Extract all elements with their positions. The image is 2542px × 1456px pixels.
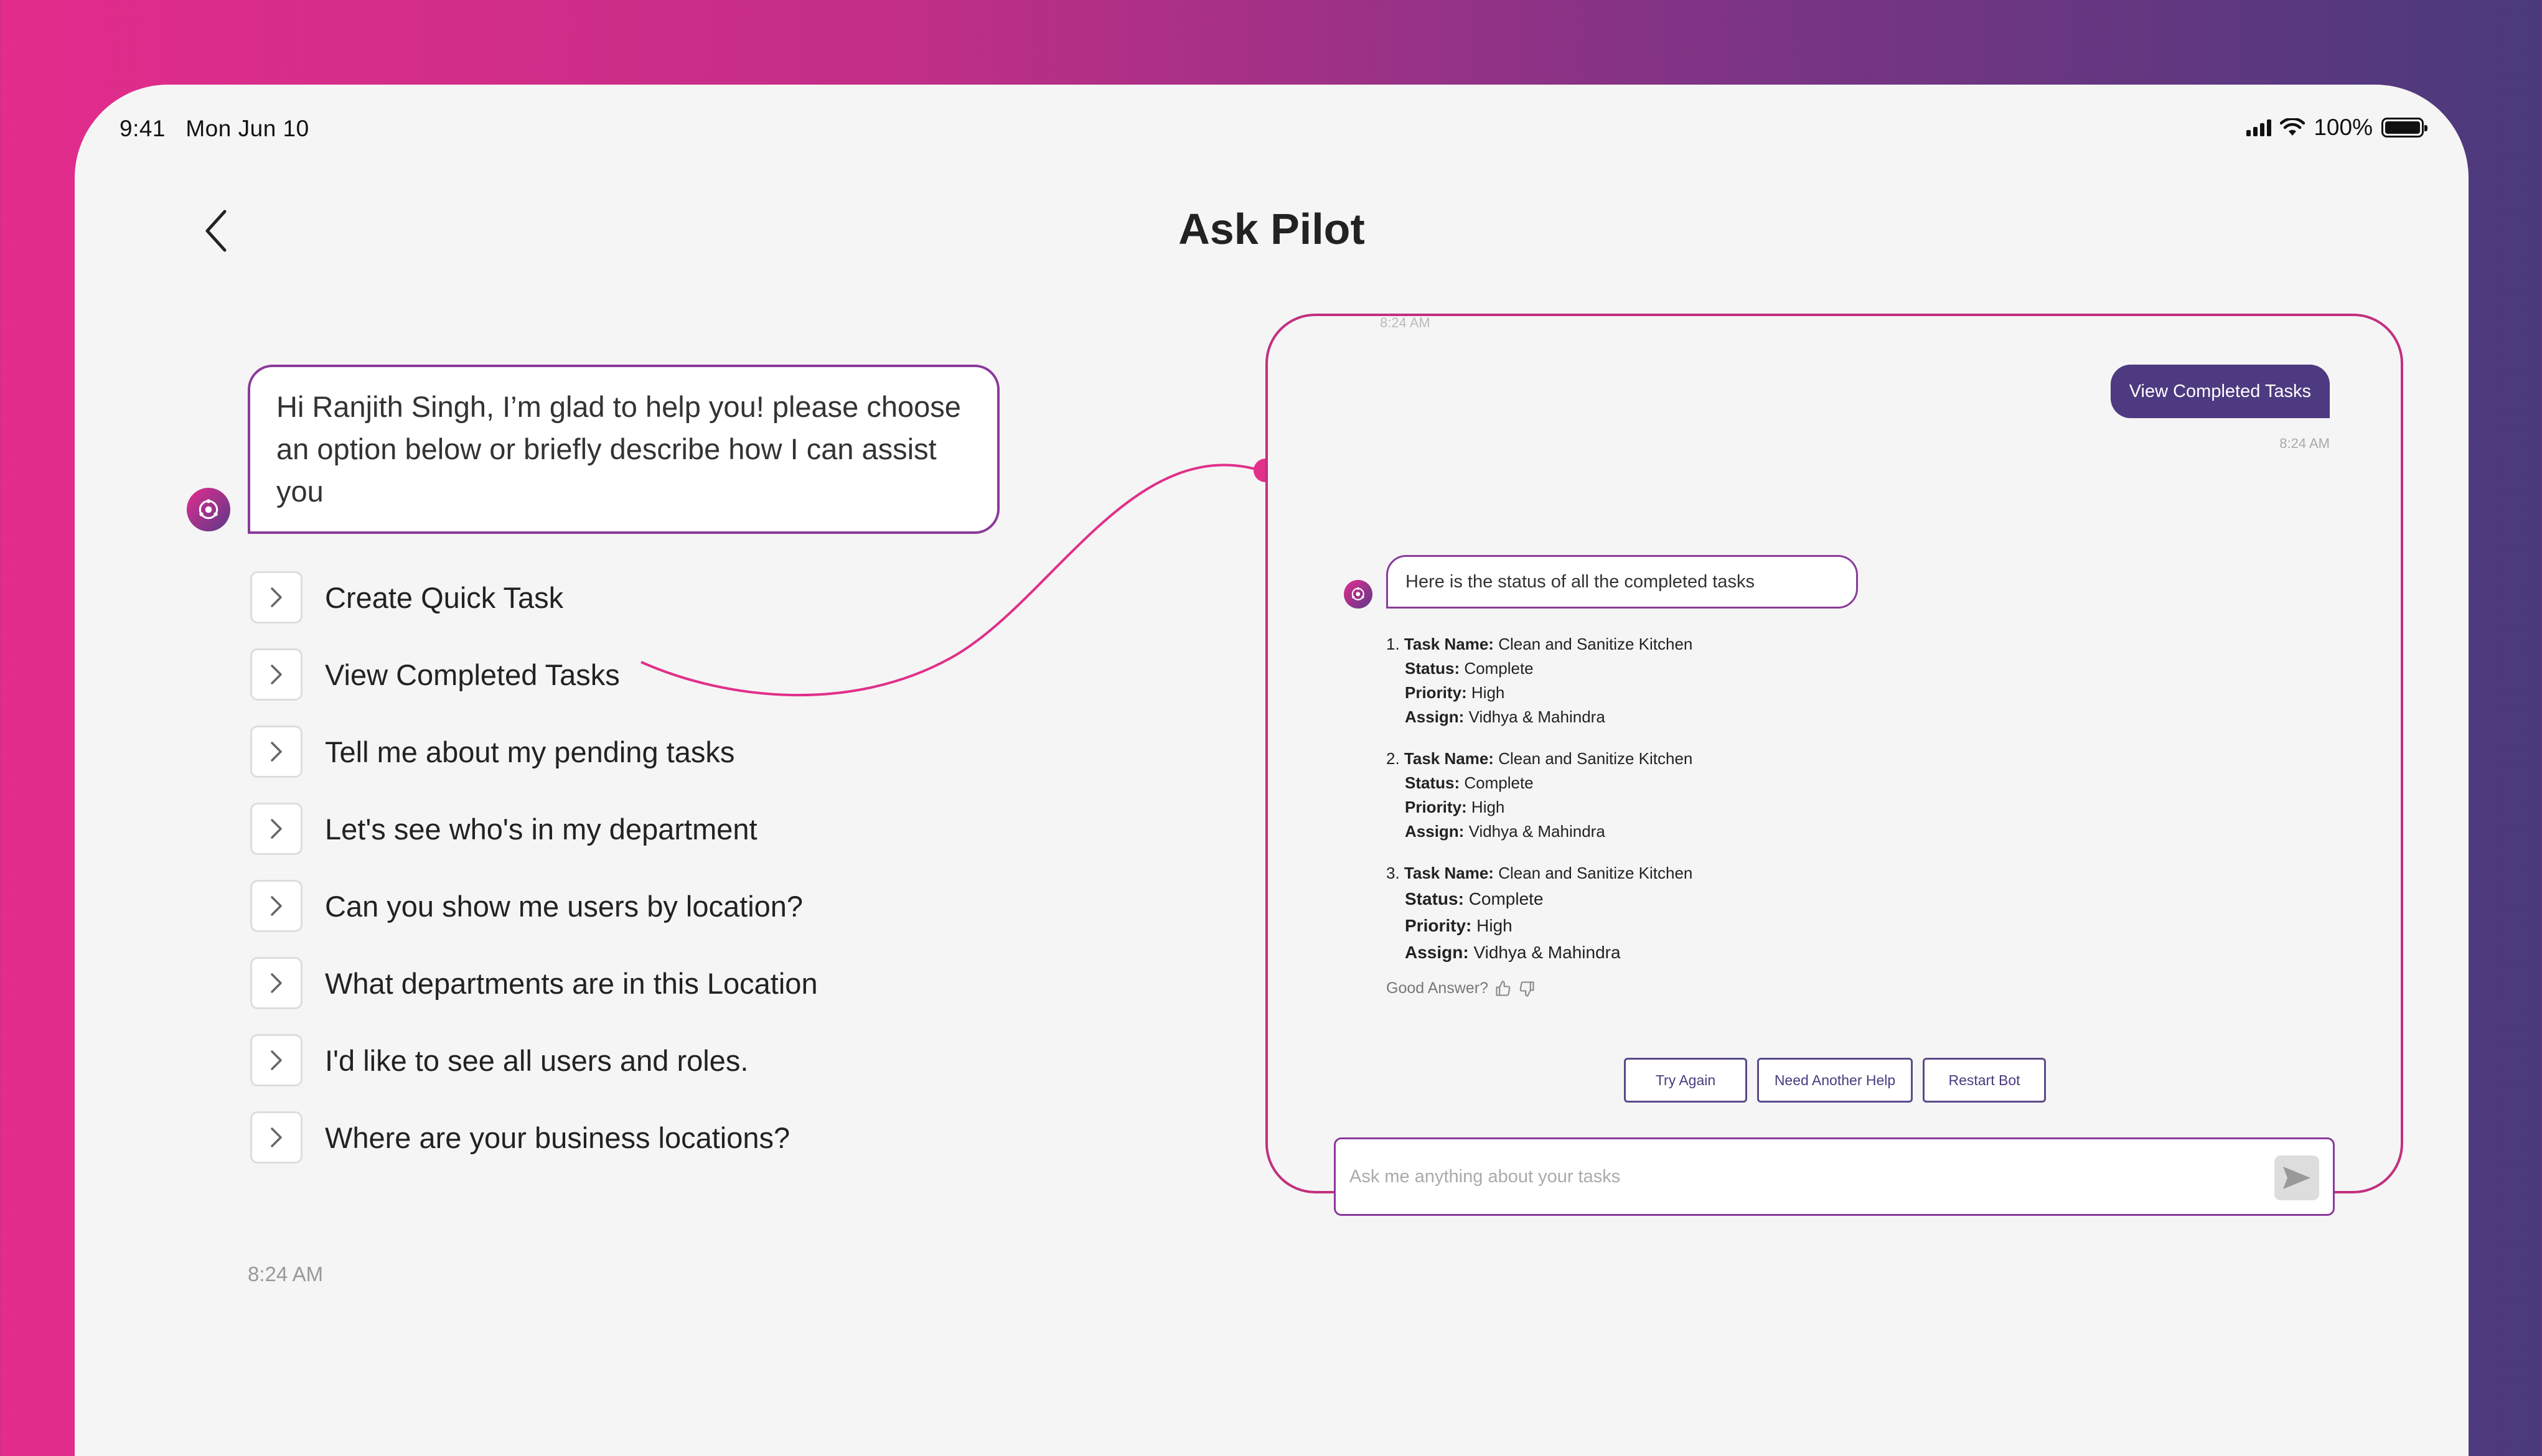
greeting-bubble: Hi Ranjith Singh, I’m glad to help you! … <box>248 365 1000 534</box>
task-name: Clean and Sanitize Kitchen <box>1498 635 1693 653</box>
chat-input[interactable] <box>1349 1139 2233 1214</box>
feedback-row: Good Answer? <box>1386 979 1536 997</box>
task-assignee: Vidhya & Mahindra <box>1468 822 1605 841</box>
option-pending-tasks[interactable]: Tell me about my pending tasks <box>250 713 818 790</box>
option-users-and-roles[interactable]: I'd like to see all users and roles. <box>250 1022 818 1099</box>
pilot-logo-icon <box>1351 587 1365 601</box>
wifi-icon <box>2280 118 2305 136</box>
thumbs-down-icon[interactable] <box>1518 980 1536 997</box>
task-priority: High <box>1476 916 1513 935</box>
option-label: Tell me about my pending tasks <box>325 735 735 768</box>
bot-actions: Try Again Need Another Help Restart Bot <box>1624 1058 2046 1103</box>
tablet-screen: 9:41 Mon Jun 10 100% Ask Pilot Hi Ranjit… <box>75 85 2469 1456</box>
task-assignee: Vidhya & Mahindra <box>1468 707 1605 726</box>
cellular-signal-icon <box>2246 119 2272 136</box>
chevron-right-icon <box>250 571 303 623</box>
option-create-quick-task[interactable]: Create Quick Task <box>250 559 818 636</box>
option-view-completed-tasks[interactable]: View Completed Tasks <box>250 636 818 713</box>
battery-percent: 100% <box>2314 114 2373 140</box>
message-timestamp: 8:24 AM <box>248 1262 324 1286</box>
task-priority: High <box>1471 798 1505 816</box>
send-button[interactable] <box>2274 1155 2319 1200</box>
task-status: Complete <box>1468 889 1544 908</box>
option-business-locations[interactable]: Where are your business locations? <box>250 1099 818 1176</box>
option-label: Let's see who's in my department <box>325 812 757 846</box>
chat-preview-panel: 8:24 AM View Completed Tasks 8:24 AM Her… <box>1265 314 2403 1216</box>
battery-icon <box>2381 118 2427 138</box>
option-label: Create Quick Task <box>325 581 564 614</box>
task-item: 1. Task Name: Clean and Sanitize Kitchen… <box>1386 635 1693 726</box>
chevron-right-icon <box>250 1034 303 1086</box>
bot-avatar <box>1344 580 1372 609</box>
option-label: What departments are in this Location <box>325 966 818 1000</box>
option-label: Can you show me users by location? <box>325 889 804 923</box>
task-priority: High <box>1471 683 1505 702</box>
date: Mon Jun 10 <box>185 116 309 141</box>
send-icon <box>2283 1167 2310 1189</box>
option-label: Where are your business locations? <box>325 1121 790 1154</box>
page-title: Ask Pilot <box>1178 205 1365 253</box>
panel-timestamp: 8:24 AM <box>1380 315 1430 330</box>
completed-task-list: 1. Task Name: Clean and Sanitize Kitchen… <box>1386 632 1692 983</box>
user-message-bubble: View Completed Tasks <box>2110 365 2330 418</box>
option-label: View Completed Tasks <box>325 658 620 691</box>
option-departments-in-location[interactable]: What departments are in this Location <box>250 945 818 1022</box>
task-item: 2. Task Name: Clean and Sanitize Kitchen… <box>1386 749 1693 841</box>
task-status: Complete <box>1464 659 1534 678</box>
bot-message-bubble: Here is the status of all the completed … <box>1386 555 1858 609</box>
feedback-label: Good Answer? <box>1386 979 1488 997</box>
task-assignee: Vidhya & Mahindra <box>1473 943 1621 962</box>
pilot-logo-icon <box>199 499 218 520</box>
chevron-right-icon <box>250 1111 303 1164</box>
quick-options-list: Create Quick Task View Completed Tasks T… <box>250 559 818 1176</box>
thumbs-up-icon[interactable] <box>1494 980 1512 997</box>
status-indicators: 100% <box>2246 114 2427 141</box>
task-name: Clean and Sanitize Kitchen <box>1498 864 1693 882</box>
task-item: 3. Task Name: Clean and Sanitize Kitchen… <box>1386 864 1693 962</box>
option-label: I'd like to see all users and roles. <box>325 1043 749 1077</box>
option-department[interactable]: Let's see who's in my department <box>250 790 818 867</box>
chat-input-box <box>1334 1137 2335 1216</box>
chevron-right-icon <box>250 648 303 701</box>
try-again-button[interactable]: Try Again <box>1624 1058 1747 1103</box>
status-time: 9:41 Mon Jun 10 <box>120 116 309 142</box>
restart-bot-button[interactable]: Restart Bot <box>1923 1058 2046 1103</box>
chevron-right-icon <box>250 880 303 932</box>
bot-avatar <box>187 488 230 531</box>
task-status: Complete <box>1464 773 1534 792</box>
task-name: Clean and Sanitize Kitchen <box>1498 749 1693 768</box>
chevron-right-icon <box>250 957 303 1009</box>
need-another-help-button[interactable]: Need Another Help <box>1757 1058 1913 1103</box>
chevron-right-icon <box>250 726 303 778</box>
user-message-timestamp: 8:24 AM <box>2279 436 2330 451</box>
chevron-right-icon <box>250 803 303 855</box>
option-users-by-location[interactable]: Can you show me users by location? <box>250 867 818 945</box>
clock: 9:41 <box>120 116 166 141</box>
